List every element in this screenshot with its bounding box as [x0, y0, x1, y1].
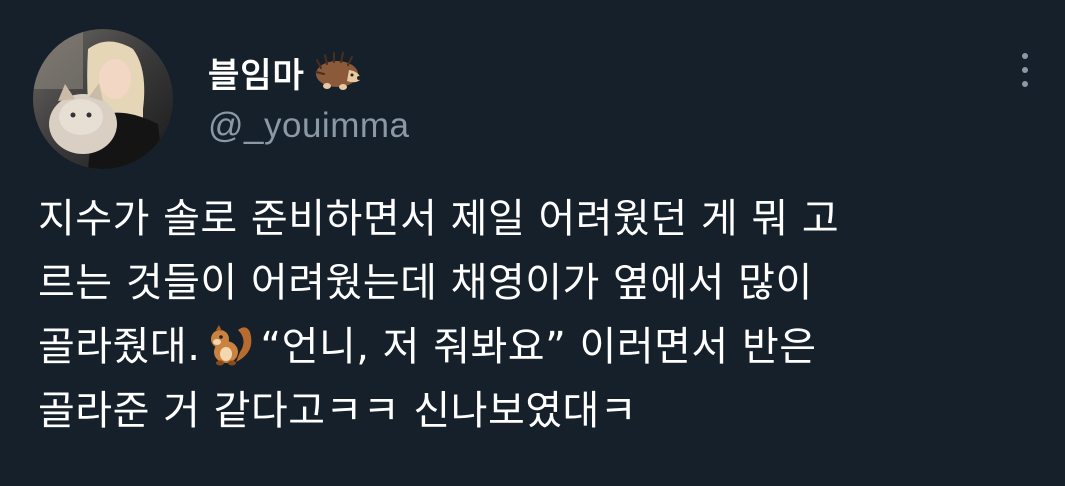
tweet-text-line: 골라줬대. “언니, 저 줘봐요” 이러면서 반은	[38, 315, 1048, 379]
tweet-text: 지수가 솔로 준비하면서 제일 어려웠던 게 뭐 고 르는 것들이 어려웠는데 …	[38, 187, 1048, 443]
more-dot	[1022, 53, 1028, 59]
tweet-text-line: 지수가 솔로 준비하면서 제일 어려웠던 게 뭐 고	[38, 196, 840, 242]
author-handle[interactable]: @_youimma	[208, 106, 409, 146]
chipmunk-icon	[206, 322, 256, 368]
avatar[interactable]	[33, 29, 173, 169]
hedgehog-icon	[311, 50, 363, 94]
tweet-text-line: 골라준 거 같다고ㅋㅋ 신나보였대ㅋ	[38, 388, 638, 434]
tweet-text-segment: “언니, 저 줘봐요” 이러면서 반은	[260, 324, 817, 370]
author-display-name[interactable]: 블임마	[208, 48, 305, 97]
tweet-text-line: 르는 것들이 어려웠는데 채영이가 옆에서 많이	[38, 260, 813, 306]
avatar-photo	[33, 29, 173, 169]
author-name-row[interactable]: 블임마	[208, 46, 363, 98]
tweet-text-segment: 골라줬대.	[38, 324, 201, 370]
more-dot	[1022, 81, 1028, 87]
more-vertical-icon[interactable]	[1010, 50, 1040, 90]
more-dot	[1022, 67, 1028, 73]
